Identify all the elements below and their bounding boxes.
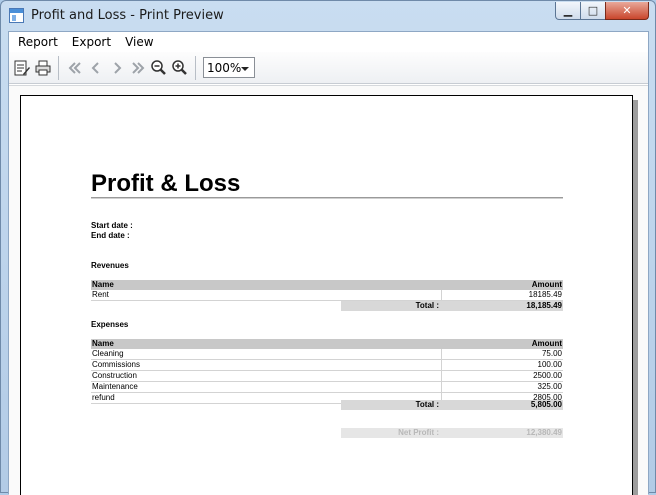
minimize-button[interactable]: ▁ <box>555 2 581 20</box>
revenues-heading: Revenues <box>91 261 129 270</box>
toolbar: 100% <box>9 52 648 84</box>
menu-view[interactable]: View <box>118 33 160 51</box>
expenses-total-value: 5,805.00 <box>530 400 562 409</box>
table-row: Commissions 100.00 <box>91 359 563 371</box>
start-date-label: Start date : <box>91 221 133 230</box>
next-page-button[interactable] <box>106 57 127 79</box>
zoom-value: 100% <box>207 60 242 75</box>
window-controls: ▁ □ ✕ <box>555 2 649 20</box>
menu-bar: Report Export View <box>9 32 648 52</box>
zoom-out-icon <box>150 59 166 75</box>
row-name: Cleaning <box>91 349 442 360</box>
menu-report[interactable]: Report <box>11 33 65 51</box>
expenses-heading: Expenses <box>91 320 129 329</box>
end-date-label: End date : <box>91 231 130 240</box>
revenues-total-bar: Total : 18,185.49 <box>341 301 563 311</box>
app-icon <box>9 8 24 23</box>
toolbar-separator <box>195 55 196 80</box>
previous-page-button[interactable] <box>85 57 106 79</box>
first-page-icon <box>68 61 81 74</box>
column-header-name: Name <box>91 339 441 349</box>
expenses-total-label: Total : <box>415 400 439 409</box>
close-icon: ✕ <box>622 4 632 17</box>
report-title: Profit & Loss <box>91 170 241 197</box>
zoom-select[interactable]: 100% <box>203 57 255 78</box>
maximize-button[interactable]: □ <box>580 2 606 20</box>
revenues-total-value: 18,185.49 <box>526 301 562 310</box>
zoom-in-button[interactable] <box>169 57 190 79</box>
table-row: Cleaning 75.00 <box>91 349 563 360</box>
row-amount: 18185.49 <box>441 290 563 301</box>
title-bar[interactable]: Profit and Loss - Print Preview ▁ □ ✕ <box>1 1 655 31</box>
row-name: Maintenance <box>91 381 442 393</box>
chevron-down-icon <box>241 67 249 71</box>
net-profit-bar: Net Profit : 12,380.49 <box>341 428 563 438</box>
client-area: Report Export View 100% Profit & Loss St… <box>8 31 649 495</box>
first-page-button[interactable] <box>64 57 85 79</box>
last-page-button[interactable] <box>127 57 148 79</box>
row-amount: 75.00 <box>441 349 563 360</box>
column-header-amount: Amount <box>441 280 563 290</box>
row-name: Construction <box>91 370 442 382</box>
row-amount: 100.00 <box>441 359 563 371</box>
net-profit-label: Net Profit : <box>398 428 439 437</box>
menu-export[interactable]: Export <box>65 33 118 51</box>
zoom-out-button[interactable] <box>148 57 169 79</box>
minimize-icon: ▁ <box>563 4 573 17</box>
expenses-table: Name Amount Cleaning 75.00 Commissions 1… <box>91 339 563 404</box>
zoom-in-icon <box>171 59 187 75</box>
print-icon <box>35 60 50 75</box>
print-button[interactable] <box>32 57 53 79</box>
next-page-icon <box>113 61 121 74</box>
window-title: Profit and Loss - Print Preview <box>31 8 224 23</box>
revenues-table: Name Amount Rent 18185.49 <box>91 280 563 301</box>
row-amount: 325.00 <box>441 381 563 393</box>
row-amount: 2500.00 <box>441 370 563 382</box>
preview-viewport[interactable]: Profit & Loss Start date : End date : Re… <box>9 85 648 495</box>
column-header-amount: Amount <box>441 339 563 349</box>
title-divider <box>91 197 563 199</box>
app-window: Profit and Loss - Print Preview ▁ □ ✕ Re… <box>0 0 656 495</box>
row-name: Rent <box>91 290 442 301</box>
toolbar-separator <box>58 55 59 80</box>
last-page-icon <box>131 61 144 74</box>
table-row: Rent 18185.49 <box>91 290 563 301</box>
revenues-total-label: Total : <box>415 301 439 310</box>
table-header-row: Name Amount <box>91 280 563 290</box>
previous-page-icon <box>91 61 99 74</box>
report-page: Profit & Loss Start date : End date : Re… <box>20 95 633 495</box>
close-button[interactable]: ✕ <box>605 2 649 20</box>
table-row: Maintenance 325.00 <box>91 381 563 393</box>
column-header-name: Name <box>91 280 441 290</box>
expenses-total-bar: Total : 5,805.00 <box>341 400 563 410</box>
net-profit-value: 12,380.49 <box>526 428 562 437</box>
edit-report-button[interactable] <box>11 57 32 79</box>
table-header-row: Name Amount <box>91 339 563 349</box>
maximize-icon: □ <box>587 4 599 17</box>
table-row: Construction 2500.00 <box>91 370 563 382</box>
edit-report-icon <box>14 60 30 75</box>
row-name: Commissions <box>91 359 442 371</box>
